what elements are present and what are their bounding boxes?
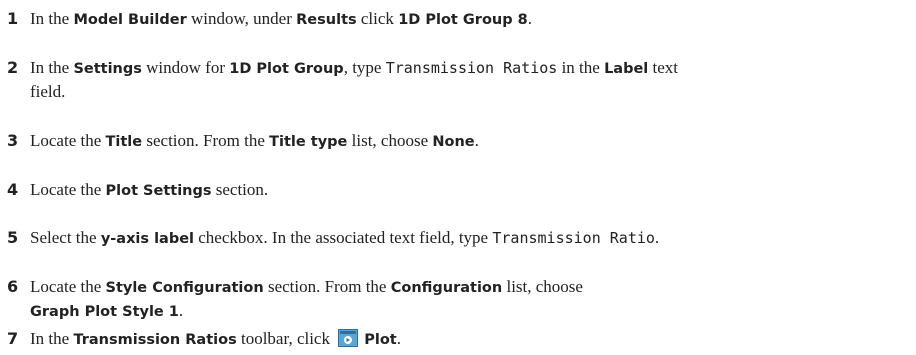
step-text: In the Settings window for 1D Plot Group…	[30, 58, 679, 77]
step-text: Locate the Style Configuration section. …	[30, 277, 583, 296]
step-number: 2	[7, 58, 19, 77]
step-text: Locate the Plot Settings section.	[30, 180, 269, 199]
step-text: In the Transmission Ratios toolbar, clic…	[30, 329, 401, 348]
step-text: Locate the Title section. From the Title…	[30, 131, 479, 150]
step-number: 4	[7, 180, 19, 199]
step-text: Select the y-axis label checkbox. In the…	[30, 228, 660, 247]
step-number: 1	[7, 9, 19, 28]
plot-icon	[338, 329, 359, 347]
step-number: 7	[7, 329, 19, 348]
step-text: In the Model Builder window, under Resul…	[30, 9, 533, 28]
instruction-steps: 1 In the Model Builder window, under Res…	[0, 0, 916, 355]
step-number: 5	[7, 228, 19, 247]
step-number: 3	[7, 131, 19, 150]
step-number: 6	[7, 277, 19, 296]
